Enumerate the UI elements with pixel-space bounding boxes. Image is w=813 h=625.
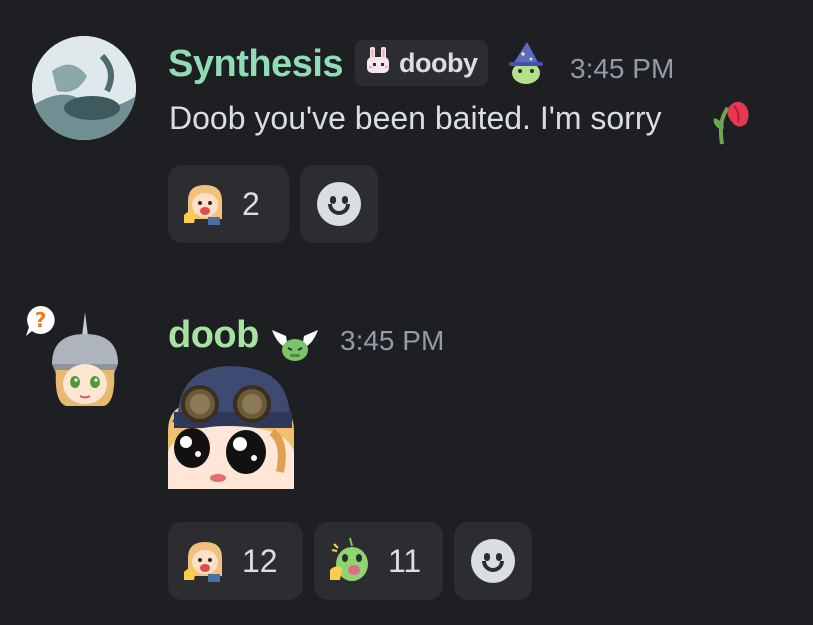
winged-frog-icon[interactable] [270, 322, 320, 367]
wilted-rose-icon [710, 90, 754, 151]
pointing-anime-girl-emoji [182, 179, 228, 230]
message-text: Doob you've been baited. I'm sorry [169, 100, 661, 137]
smiley-add-reaction-icon [471, 539, 515, 583]
add-reaction-button[interactable] [300, 165, 378, 243]
avatar-doob[interactable] [48, 312, 122, 412]
smiley-add-reaction-icon [317, 182, 361, 226]
pointing-anime-girl-emoji [182, 536, 228, 587]
goggles-anime-girl-sticker[interactable] [168, 362, 294, 489]
add-reaction-button[interactable] [454, 522, 532, 600]
reaction-count: 11 [388, 542, 422, 579]
wizard-frog-icon[interactable] [505, 40, 547, 91]
reaction-pointing-anime-girl[interactable]: 12 [168, 522, 303, 600]
message-text-body: Doob you've been baited. I'm sorry [169, 100, 662, 136]
avatar-synthesis[interactable] [32, 36, 136, 140]
timestamp: 3:45 PM [570, 53, 675, 84]
reaction-pointing-frog[interactable]: 11 [314, 522, 443, 600]
svg-text:?: ? [35, 308, 47, 332]
timestamp: 3:45 PM [340, 325, 445, 356]
bunny-icon [363, 46, 393, 81]
author-name[interactable]: Synthesis [168, 43, 344, 86]
server-tag-label: dooby [399, 47, 478, 78]
author-name[interactable]: doob [168, 314, 259, 357]
reaction-pointing-anime-girl[interactable]: 2 [168, 165, 289, 243]
pointing-frog-emoji [328, 536, 374, 587]
server-tag[interactable]: dooby [355, 40, 488, 86]
reaction-count: 2 [242, 185, 260, 222]
reaction-count: 12 [242, 542, 278, 579]
